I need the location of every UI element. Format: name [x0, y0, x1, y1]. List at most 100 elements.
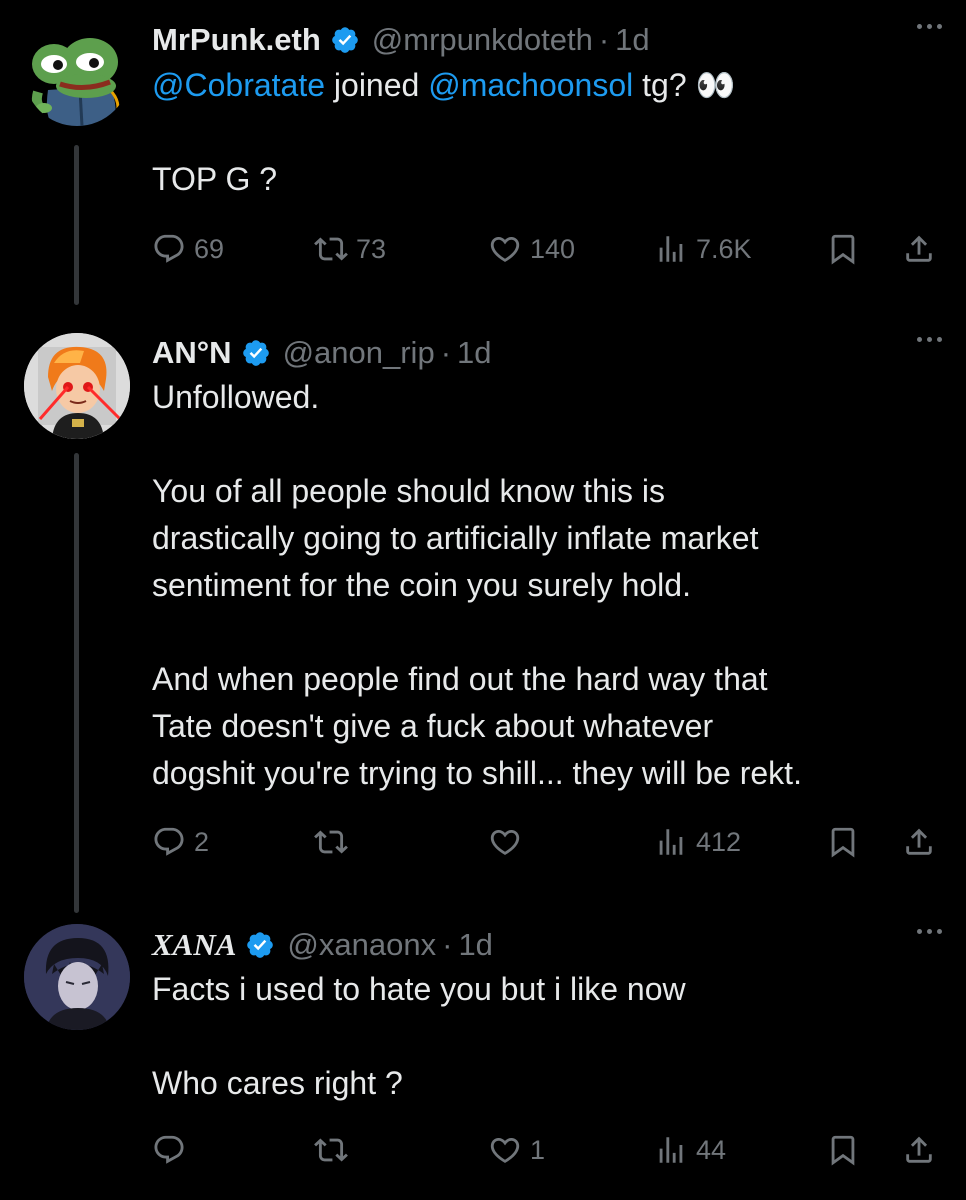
views-icon — [654, 825, 688, 859]
separator-dot: · — [598, 22, 610, 57]
like-count: 140 — [530, 233, 576, 264]
repost-icon — [314, 825, 348, 859]
conversation-thread: MrPunk.eth @mrpunkdoteth · 1d @Cobratate… — [0, 0, 966, 1200]
timestamp[interactable]: 1d — [457, 335, 491, 371]
like-count: 1 — [530, 1134, 546, 1165]
reply-icon — [152, 825, 186, 859]
share-button[interactable] — [902, 822, 936, 862]
tweet-body: XANA @xanaonx · 1d Facts i used to hate … — [152, 925, 942, 1107]
share-icon — [902, 1133, 936, 1167]
bookmark-button[interactable] — [826, 822, 860, 862]
bookmark-button[interactable] — [826, 229, 860, 269]
tweet-body: MrPunk.eth @mrpunkdoteth · 1d @Cobratate… — [152, 20, 942, 203]
tweet-text-line: Who cares right ? — [152, 1065, 403, 1101]
views-button[interactable]: 44 — [654, 1130, 726, 1170]
tweet-text: Facts i used to hate you but i like now … — [152, 966, 942, 1107]
like-button[interactable] — [488, 822, 530, 862]
tweet-text-line: Facts i used to hate you but i like now — [152, 971, 686, 1007]
bookmark-icon — [826, 825, 860, 859]
views-icon — [654, 1133, 688, 1167]
tweet[interactable]: AN°N @anon_rip · 1d Unfollowed. You of a… — [0, 310, 966, 913]
reply-button[interactable]: 2 — [152, 822, 209, 862]
reply-icon — [152, 232, 186, 266]
repost-icon — [314, 232, 348, 266]
like-icon — [488, 1133, 522, 1167]
display-name[interactable]: MrPunk.eth — [152, 22, 321, 58]
separator-dot: · — [442, 927, 453, 962]
share-icon — [902, 232, 936, 266]
display-name[interactable]: AN°N — [152, 335, 232, 371]
like-button[interactable]: 1 — [488, 1130, 545, 1170]
like-icon — [488, 232, 522, 266]
tweet-text: Unfollowed. You of all people should kno… — [152, 374, 942, 797]
share-button[interactable] — [902, 1130, 936, 1170]
repost-button[interactable]: 73 — [314, 229, 386, 269]
bookmark-icon — [826, 1133, 860, 1167]
views-count: 7.6K — [696, 233, 752, 264]
more-icon[interactable] — [917, 337, 942, 342]
avatar[interactable] — [24, 20, 130, 126]
timestamp[interactable]: 1d — [615, 22, 649, 58]
verified-badge-icon — [330, 25, 360, 55]
views-count: 412 — [696, 826, 742, 857]
tweet-text-line: And when people find out the hard way th… — [152, 661, 768, 697]
tweet-header: MrPunk.eth @mrpunkdoteth · 1d — [152, 20, 942, 60]
tweet-text: @Cobratate joined @machoonsol tg? 👀 — [152, 62, 942, 109]
verified-badge-icon — [245, 930, 275, 960]
verified-badge-icon — [241, 338, 271, 368]
tweet-header: AN°N @anon_rip · 1d — [152, 333, 942, 373]
repost-count: 73 — [356, 233, 387, 264]
user-handle[interactable]: @anon_rip — [283, 335, 435, 371]
separator-dot: · — [440, 335, 452, 370]
reply-count: 2 — [194, 826, 210, 857]
reply-icon — [152, 1133, 186, 1167]
tweet-text-line: You of all people should know this is — [152, 473, 665, 509]
tweet[interactable]: MrPunk.eth @mrpunkdoteth · 1d @Cobratate… — [0, 0, 966, 305]
repost-button[interactable] — [314, 1130, 356, 1170]
more-icon[interactable] — [917, 929, 942, 934]
tweet-text-line: Unfollowed. — [152, 379, 320, 415]
reply-button[interactable] — [152, 1130, 194, 1170]
repost-button[interactable] — [314, 822, 356, 862]
tweet-text-line: TOP G ? — [152, 161, 278, 197]
tweet-action-bar: 2 412 — [152, 822, 942, 862]
tweet-action-bar: 69 73 140 7.6K — [152, 229, 942, 269]
bookmark-icon — [826, 232, 860, 266]
reply-count: 69 — [194, 233, 225, 264]
more-icon[interactable] — [917, 24, 942, 29]
bookmark-button[interactable] — [826, 1130, 860, 1170]
tweet-text-segment: tg? 👀 — [633, 67, 736, 103]
share-icon — [902, 825, 936, 859]
tweet[interactable]: XANA @xanaonx · 1d Facts i used to hate … — [0, 910, 966, 1200]
tweet-text-line: sentiment for the coin you surely hold. — [152, 567, 691, 603]
tweet-text-line: dogshit you're trying to shill... they w… — [152, 755, 802, 791]
views-button[interactable]: 412 — [654, 822, 741, 862]
reply-button[interactable]: 69 — [152, 229, 224, 269]
views-icon — [654, 232, 688, 266]
xana-avatar-image — [24, 924, 130, 1030]
avatar[interactable] — [24, 333, 130, 439]
tweet-body: AN°N @anon_rip · 1d Unfollowed. You of a… — [152, 333, 942, 797]
tweet-header: XANA @xanaonx · 1d — [152, 925, 942, 965]
display-name[interactable]: XANA — [152, 927, 236, 963]
thread-connector-line — [74, 145, 79, 305]
user-handle[interactable]: @xanaonx — [287, 927, 436, 963]
like-icon — [488, 825, 522, 859]
views-count: 44 — [696, 1134, 727, 1165]
views-button[interactable]: 7.6K — [654, 229, 752, 269]
tweet-text-line: Tate doesn't give a fuck about whatever — [152, 708, 714, 744]
repost-icon — [314, 1133, 348, 1167]
anon-avatar-image — [24, 333, 130, 439]
tweet-text-line: drastically going to artificially inflat… — [152, 520, 759, 556]
like-button[interactable]: 140 — [488, 229, 575, 269]
share-button[interactable] — [902, 229, 936, 269]
thread-connector-line — [74, 453, 79, 913]
timestamp[interactable]: 1d — [458, 927, 492, 963]
tweet-action-bar: 1 44 — [152, 1130, 942, 1170]
avatar[interactable] — [24, 924, 130, 1030]
user-handle[interactable]: @mrpunkdoteth — [372, 22, 593, 58]
pepe-avatar-image — [24, 20, 130, 126]
tweet-text-segment: joined — [325, 67, 429, 103]
mention-link[interactable]: @Cobratate — [152, 67, 325, 103]
mention-link[interactable]: @machoonsol — [428, 67, 633, 103]
